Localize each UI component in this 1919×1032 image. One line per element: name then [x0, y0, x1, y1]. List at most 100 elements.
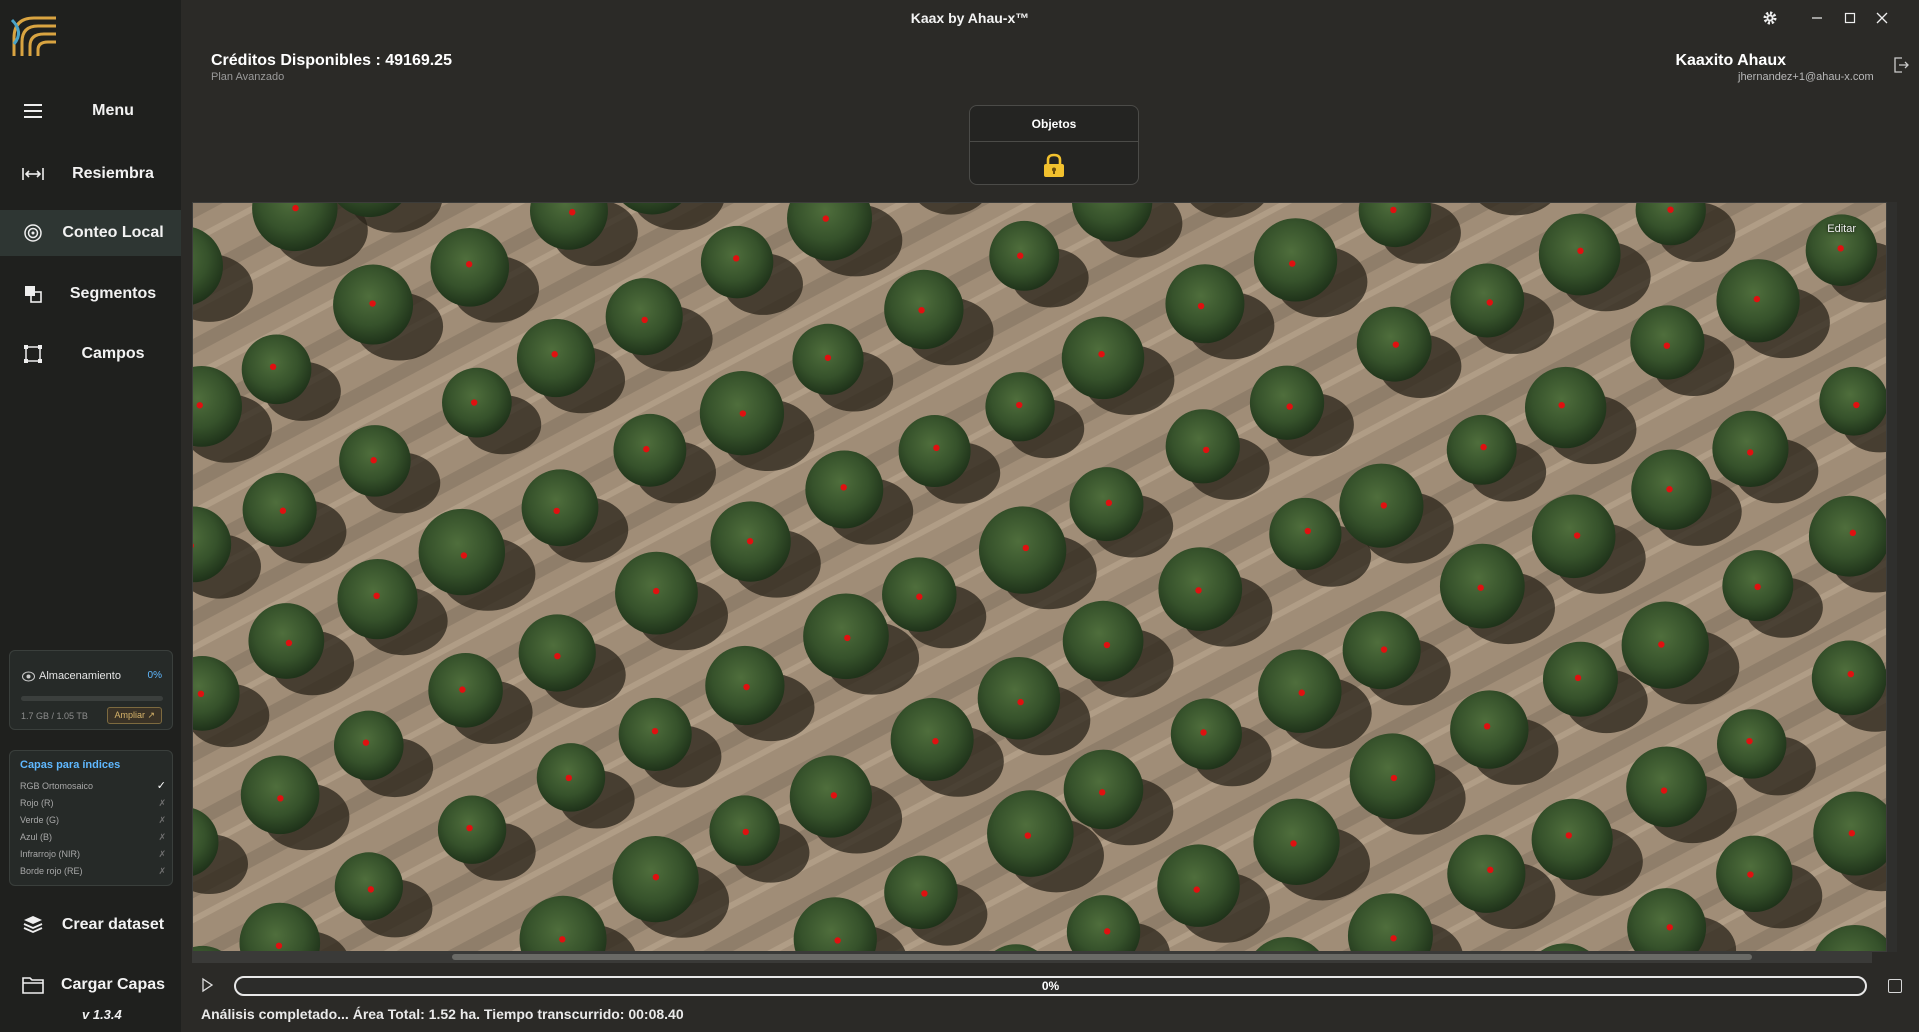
- detection-marker[interactable]: [1392, 341, 1400, 348]
- detection-marker[interactable]: [1754, 583, 1761, 591]
- detection-marker[interactable]: [285, 639, 293, 647]
- detection-marker[interactable]: [367, 886, 375, 893]
- detection-marker[interactable]: [840, 484, 847, 491]
- detection-marker[interactable]: [1577, 247, 1584, 255]
- edit-button[interactable]: Editar: [1827, 223, 1856, 235]
- detection-marker[interactable]: [1746, 737, 1753, 745]
- detection-marker[interactable]: [1024, 832, 1032, 839]
- detection-marker[interactable]: [1202, 446, 1210, 454]
- detection-marker[interactable]: [197, 690, 205, 698]
- detection-marker[interactable]: [1558, 401, 1565, 409]
- horizontal-scrollbar[interactable]: [192, 951, 1872, 963]
- detection-marker[interactable]: [918, 306, 925, 314]
- detection-marker[interactable]: [465, 261, 473, 268]
- detection-marker[interactable]: [370, 457, 377, 464]
- detection-marker[interactable]: [1104, 928, 1111, 935]
- detection-marker[interactable]: [932, 738, 939, 745]
- scrollbar-thumb[interactable]: [452, 954, 1752, 960]
- detection-marker[interactable]: [1289, 260, 1296, 267]
- sidebar-item-menu[interactable]: Menu: [0, 88, 181, 134]
- detection-marker[interactable]: [1017, 698, 1024, 706]
- detection-marker[interactable]: [551, 351, 558, 358]
- stop-button[interactable]: [1888, 979, 1902, 993]
- detection-marker[interactable]: [1016, 401, 1023, 409]
- layer-item-red-edge[interactable]: Borde rojo (RE) ✗: [20, 866, 166, 876]
- detection-marker[interactable]: [1658, 641, 1665, 648]
- detection-marker[interactable]: [1747, 449, 1754, 456]
- close-button[interactable]: [1872, 8, 1892, 28]
- detection-marker[interactable]: [1390, 935, 1397, 942]
- detection-marker[interactable]: [460, 552, 468, 559]
- upgrade-storage-button[interactable]: Ampliar ↗: [107, 707, 162, 724]
- detection-marker[interactable]: [916, 593, 923, 600]
- detection-marker[interactable]: [1848, 830, 1856, 837]
- detection-marker[interactable]: [1663, 342, 1671, 349]
- vertical-scrollbar[interactable]: [1887, 202, 1897, 952]
- detection-marker[interactable]: [1099, 789, 1106, 796]
- layer-item-blue[interactable]: Azul (B) ✗: [20, 832, 166, 842]
- detection-marker[interactable]: [1290, 840, 1297, 847]
- detection-marker[interactable]: [1660, 787, 1668, 794]
- detection-marker[interactable]: [742, 828, 749, 836]
- detection-marker[interactable]: [651, 727, 659, 735]
- detection-marker[interactable]: [1753, 295, 1761, 303]
- detection-marker[interactable]: [466, 824, 473, 832]
- detection-marker[interactable]: [921, 890, 928, 897]
- detection-marker[interactable]: [1666, 924, 1673, 931]
- detection-marker[interactable]: [1022, 544, 1030, 552]
- detection-marker[interactable]: [1487, 866, 1494, 874]
- detection-marker[interactable]: [275, 942, 283, 949]
- sidebar-item-conteo-local[interactable]: Conteo Local: [0, 210, 181, 256]
- detection-marker[interactable]: [1849, 529, 1857, 537]
- detection-marker[interactable]: [1017, 252, 1024, 259]
- detection-marker[interactable]: [830, 792, 838, 799]
- layer-item-nir[interactable]: Infrarrojo (NIR) ✗: [20, 849, 166, 859]
- detection-marker[interactable]: [559, 936, 566, 943]
- detection-marker[interactable]: [369, 300, 376, 307]
- sidebar-item-campos[interactable]: Campos: [0, 331, 181, 377]
- detection-marker[interactable]: [1193, 886, 1200, 893]
- detection-marker[interactable]: [1747, 871, 1754, 878]
- detection-marker[interactable]: [652, 873, 660, 881]
- detection-marker[interactable]: [470, 399, 478, 406]
- orthomosaic-image[interactable]: [193, 203, 1887, 952]
- detection-marker[interactable]: [834, 937, 841, 944]
- detection-marker[interactable]: [1847, 670, 1854, 678]
- detection-marker[interactable]: [569, 209, 576, 216]
- detection-marker[interactable]: [459, 686, 466, 693]
- detection-marker[interactable]: [1105, 499, 1113, 507]
- detection-marker[interactable]: [1574, 674, 1582, 682]
- detection-marker[interactable]: [1853, 401, 1860, 409]
- logout-icon[interactable]: [1892, 56, 1910, 74]
- settings-button[interactable]: [1760, 8, 1780, 28]
- detection-marker[interactable]: [373, 592, 380, 600]
- detection-marker[interactable]: [1380, 646, 1388, 653]
- detection-marker[interactable]: [652, 587, 660, 595]
- detection-marker[interactable]: [565, 774, 572, 782]
- detection-marker[interactable]: [1667, 206, 1674, 213]
- detection-marker[interactable]: [292, 204, 299, 212]
- maximize-button[interactable]: [1840, 8, 1860, 28]
- detection-marker[interactable]: [554, 652, 561, 660]
- detection-marker[interactable]: [1200, 729, 1207, 736]
- detection-marker[interactable]: [1480, 443, 1487, 451]
- detection-marker[interactable]: [822, 215, 829, 222]
- play-icon[interactable]: [199, 977, 215, 993]
- detection-marker[interactable]: [739, 410, 747, 417]
- detection-marker[interactable]: [1837, 245, 1844, 252]
- detection-marker[interactable]: [196, 402, 203, 409]
- sidebar-item-crear-dataset[interactable]: Crear dataset: [0, 902, 181, 948]
- detection-marker[interactable]: [1573, 532, 1581, 539]
- detection-marker[interactable]: [1666, 486, 1673, 493]
- detection-marker[interactable]: [1390, 774, 1398, 782]
- detection-marker[interactable]: [553, 507, 560, 515]
- layer-item-green[interactable]: Verde (G) ✗: [20, 815, 166, 825]
- detection-marker[interactable]: [1380, 502, 1388, 509]
- detection-marker[interactable]: [362, 739, 370, 746]
- detection-marker[interactable]: [1304, 527, 1311, 535]
- detection-marker[interactable]: [643, 445, 650, 453]
- minimize-button[interactable]: [1807, 8, 1827, 28]
- detection-marker[interactable]: [1103, 641, 1111, 649]
- detection-marker[interactable]: [824, 354, 832, 361]
- detection-marker[interactable]: [641, 316, 648, 324]
